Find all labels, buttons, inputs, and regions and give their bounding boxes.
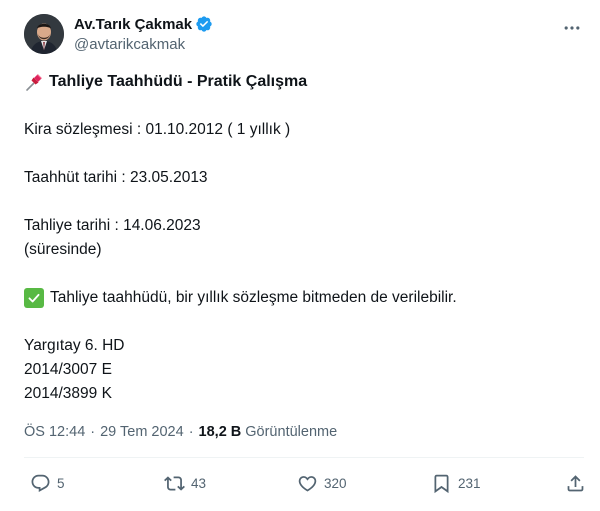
more-options-button[interactable] [560, 16, 584, 40]
author-names: Av.Tarık Çakmak @avtarikcakmak [74, 14, 213, 56]
like-count: 320 [324, 475, 347, 491]
heart-icon [298, 475, 317, 492]
retweet-button[interactable]: 43 [164, 470, 206, 496]
share-icon [567, 474, 584, 491]
tahliye-line: Tahliye tarihi : 14.06.2023 [24, 217, 201, 234]
retweet-count: 43 [191, 475, 207, 491]
bookmark-count: 231 [458, 475, 481, 491]
reply-icon [31, 474, 50, 492]
tweet-body: Tahliye Taahhüdü - Pratik Çalışma Kira s… [24, 70, 584, 406]
tweet-time[interactable]: ÖS 12:44 [24, 424, 85, 440]
suresinde-line: (süresinde) [24, 241, 102, 258]
retweet-icon [164, 475, 185, 491]
bookmark-icon [434, 474, 449, 493]
yargitay-line: Yargıtay 6. HD [24, 337, 125, 354]
verified-badge-icon [195, 15, 213, 33]
tweet-date[interactable]: 29 Tem 2024 [100, 424, 184, 440]
result-line: Tahliye taahhüdü, bir yıllık sözleşme bi… [24, 286, 584, 310]
tweet-header: Av.Tarık Çakmak @avtarikcakmak [24, 10, 600, 58]
kira-line: Kira sözleşmesi : 01.10.2012 ( 1 yıllık … [24, 121, 291, 138]
avatar[interactable] [24, 14, 64, 54]
author-display-name[interactable]: Av.Tarık Çakmak [74, 16, 192, 33]
bookmark-button[interactable]: 231 [431, 470, 481, 496]
action-bar: 5 43 320 231 [0, 470, 600, 496]
tweet-title-text: Tahliye Taahhüdü - Pratik Çalışma [49, 73, 308, 90]
separator-dot: · [188, 424, 194, 440]
esas-line: 2014/3007 E [24, 361, 112, 378]
pushpin-icon [24, 72, 44, 92]
taahhut-line: Taahhüt tarihi : 23.05.2013 [24, 169, 208, 186]
divider [24, 457, 584, 458]
views-label: Görüntülenme [245, 424, 338, 440]
separator-dot: · [90, 424, 96, 440]
views-count: 18,2 B [198, 424, 242, 440]
reply-count: 5 [57, 475, 65, 491]
tweet-meta: ÖS 12:44 · 29 Tem 2024 · 18,2 B Görüntül… [24, 421, 337, 443]
like-button[interactable]: 320 [297, 470, 347, 496]
karar-line: 2014/3899 K [24, 385, 112, 402]
share-button[interactable] [565, 470, 586, 496]
tweet-card: Av.Tarık Çakmak @avtarikcakmak Tahliye T… [0, 0, 600, 511]
author-handle[interactable]: @avtarikcakmak [74, 36, 213, 56]
reply-button[interactable]: 5 [30, 470, 65, 496]
tweet-title: Tahliye Taahhüdü - Pratik Çalışma [24, 70, 584, 94]
check-mark-icon [24, 288, 44, 308]
result-text: Tahliye taahhüdü, bir yıllık sözleşme bi… [50, 289, 457, 306]
more-horizontal-icon [564, 26, 580, 30]
